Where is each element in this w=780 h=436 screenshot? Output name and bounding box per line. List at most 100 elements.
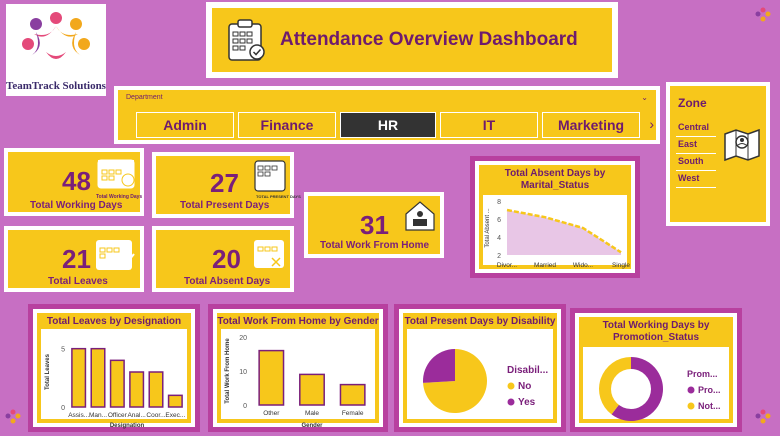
kpi-present-days-icon-caption: TOTAL PRESENT DAYS [256,194,301,199]
bar [167,394,183,408]
department-option-it[interactable]: IT [440,112,538,138]
legend-title: Disabil... [507,365,548,376]
legend-label: Pro... [698,385,721,395]
kpi-working-days-value: 48 [62,166,91,196]
bar [90,347,106,408]
bar [71,347,87,408]
kpi-present-days-label: Total Present Days [180,200,270,211]
donut-hole [611,369,651,409]
x-tick-label: Single [612,262,630,269]
area-chart: Total Absent ... 2 4 6 8 Divor... Married Wido.… [485,199,630,269]
y-tick-label: 20 [239,335,247,342]
department-option-hr[interactable]: HR [340,112,436,138]
chart-leaves-by-designation: Total Leaves by Designation Total Leaves… [28,304,200,432]
x-tick-label: Anal... [127,412,146,419]
x-tick-label: Married [534,262,556,269]
zone-slicer-title: Zone [678,96,707,110]
x-tick-label: Divor... [497,262,517,269]
dashboard-title-banner: Attendance Overview Dashboard [206,2,618,78]
zone-option-central[interactable]: Central [676,122,716,137]
y-tick-label: 5 [61,347,65,354]
chart-title: Total Leaves by Designation [46,316,182,327]
zone-slicer: Zone Central East South West [666,82,770,226]
legend-label: Not... [698,401,721,411]
kpi-work-from-home-label: Total Work From Home [320,240,430,251]
area-fill [507,210,621,255]
chart-present-by-disability: Total Present Days by Disability Disabil… [394,304,566,432]
chart-working-days-by-promotion-status: Total Working Days by Promotion_Status P… [570,308,742,432]
absent-calendar-icon [254,240,284,268]
calendar-chart-icon [96,240,135,270]
department-option-marketing[interactable]: Marketing [542,112,640,138]
bar-chart: Total Leaves 0 5 Assis... Man... Officer Anal.… [45,347,185,429]
pie-slice [423,349,455,383]
bar [129,371,145,408]
y-axis-label: Total Leaves [45,353,51,390]
y-axis-label: Total Work From Home [225,338,231,404]
mini-logo-icon [5,409,21,424]
chart-work-from-home-by-gender: Total Work From Home by Gender Total Wor… [208,304,388,432]
legend-marker [687,386,695,394]
kpi-leaves-label: Total Leaves [48,276,108,287]
legend-marker [687,402,695,410]
mini-logo-icon [755,409,771,424]
x-tick-label: Wido... [573,262,593,269]
chart-title: Total Work From Home by Gender [217,316,379,327]
y-tick-label: 4 [497,235,501,242]
zone-option-west[interactable]: West [676,173,716,188]
y-axis-label: Total Absent ... [485,208,491,248]
kpi-card-work-from-home: 31 Total Work From Home [304,192,444,258]
zone-option-south[interactable]: South [676,156,716,171]
y-tick-label: 6 [497,217,501,224]
bar [148,371,164,408]
pie-chart: Disabil... No Yes [423,349,548,413]
present-days-icon [254,160,286,192]
legend-label: Yes [518,397,536,408]
x-axis-label: Gender [301,423,323,429]
x-tick-label: Officer [108,412,128,419]
y-tick-label: 0 [243,403,247,410]
calendar-icon [97,159,135,189]
x-tick-label: Female [342,410,364,417]
chart-title: Total Present Days by Disability [404,316,556,327]
y-tick-label: 8 [497,199,501,206]
x-tick-label: Other [263,410,280,417]
chart-title: Total Working Days by Promotion_Status [602,320,710,343]
kpi-absent-days-value: 20 [212,244,241,274]
kpi-card-working-days: 48 Total Working Days Total Working Days [4,148,144,216]
map-location-icon [724,128,760,162]
kpi-present-days-value: 27 [210,168,239,198]
x-tick-label: Assis... [68,412,89,419]
page-title: Attendance Overview Dashboard [280,29,578,50]
kpi-working-days-icon-caption: Total Working Days [96,194,143,200]
zone-option-east[interactable]: East [676,139,716,154]
bar [299,373,325,406]
chevron-right-icon[interactable]: › [649,116,654,132]
legend-marker [507,382,515,390]
kpi-work-from-home-value: 31 [360,210,389,240]
department-option-admin[interactable]: Admin [136,112,234,138]
x-tick-label: Man... [89,412,107,419]
x-axis-label: Designation [110,423,145,429]
donut-chart: Prom... Pro... Not... [599,357,721,421]
company-name: TeamTrack Solutions [6,80,106,92]
legend-marker [507,398,515,406]
bar [109,359,125,408]
y-tick-label: 0 [61,405,65,412]
chart-absent-by-marital-status: Total Absent Days by Marital_Status Tota… [470,156,640,278]
kpi-card-absent-days: 20 Total Absent Days [152,226,294,292]
home-laptop-icon [405,201,435,231]
kpi-working-days-label: Total Working Days [30,200,123,211]
company-logo: TeamTrack Solutions [4,2,108,98]
team-logo-icon [22,12,90,59]
legend-label: No [518,381,531,392]
chart-title: Total Absent Days by Marital_Status [504,168,606,191]
x-tick-label: Male [305,410,319,417]
kpi-leaves-value: 21 [62,244,91,274]
chevron-down-icon[interactable]: ⌄ [641,93,648,102]
legend-title: Prom... [687,369,718,379]
x-tick-label: Coor... [146,412,165,419]
y-tick-label: 10 [239,369,247,376]
y-tick-label: 2 [497,253,501,260]
department-option-finance[interactable]: Finance [238,112,336,138]
